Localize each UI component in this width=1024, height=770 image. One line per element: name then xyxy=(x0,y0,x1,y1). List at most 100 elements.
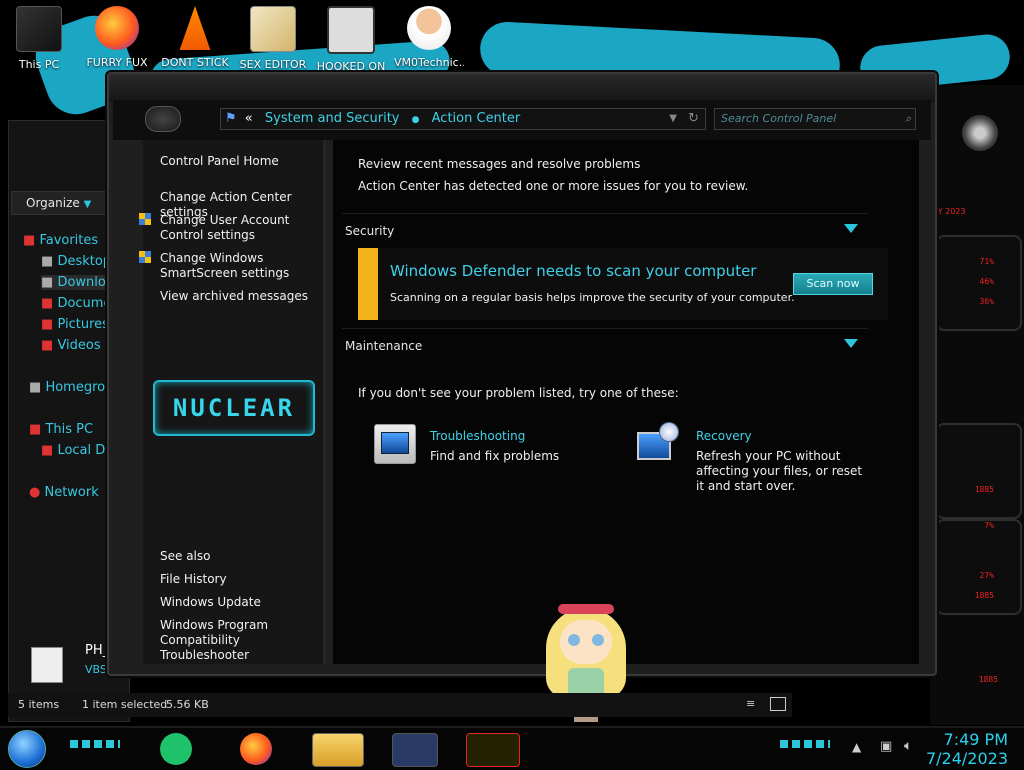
action-center-flag-icon[interactable]: ▲ xyxy=(852,740,861,754)
drive-icon: ■ xyxy=(41,443,54,458)
address-bar[interactable]: ⚑ « System and Security ● Action Center … xyxy=(220,108,706,130)
nav-label: Network xyxy=(44,485,99,500)
firefox-icon xyxy=(95,6,139,50)
file-icon xyxy=(31,647,63,683)
file-name: PH_ xyxy=(85,643,110,658)
taskbar-firefox[interactable] xyxy=(240,733,272,765)
gadget-cell: 1885 xyxy=(936,423,1022,519)
system-clock[interactable]: 7:49 PM 7/24/2023 xyxy=(926,730,1008,768)
chevron-down-icon[interactable] xyxy=(844,339,858,348)
taskbar-active-app[interactable] xyxy=(466,733,520,767)
status-size: 5.56 KB xyxy=(166,698,209,711)
maintenance-section-header[interactable]: Maintenance xyxy=(342,328,868,363)
desktop-icon-label: FURRY FUX xyxy=(86,56,148,69)
title-bar[interactable] xyxy=(109,74,935,102)
start-button[interactable] xyxy=(8,730,46,768)
breadcrumb-system-security[interactable]: System and Security xyxy=(265,111,400,126)
search-input[interactable]: Search Control Panel ⌕ xyxy=(714,108,916,130)
recovery-icon[interactable] xyxy=(635,422,679,464)
desktop-icon-label: This PC xyxy=(18,58,60,71)
nuclear-logo: NUCLEAR xyxy=(153,380,315,436)
recovery-desc: Refresh your PC without affecting your f… xyxy=(696,449,863,493)
scan-now-button[interactable]: Scan now xyxy=(793,273,873,295)
link-change-smartscreen-settings[interactable]: Change Windows SmartScreen settings xyxy=(160,251,325,281)
status-selected: 1 item selected xyxy=(82,698,168,711)
troubleshooting-link[interactable]: Troubleshooting xyxy=(430,429,525,443)
taskbar: ▲ ▣ 🔈︎ 7:49 PM 7/24/2023 xyxy=(0,726,1024,770)
gadget-value: 71% xyxy=(979,257,994,266)
vlc-cone-icon xyxy=(179,6,211,50)
organize-label: Organize xyxy=(26,196,80,210)
shield-icon xyxy=(139,213,151,225)
nav-label: This PC xyxy=(45,422,94,437)
nuclear-logo-text: NUCLEAR xyxy=(172,394,296,422)
link-change-uac-settings[interactable]: Change User Account Control settings xyxy=(160,213,325,243)
page-subintro: Action Center has detected one or more i… xyxy=(358,179,749,193)
link-windows-update[interactable]: Windows Update xyxy=(160,595,325,610)
see-also-heading: See also xyxy=(160,549,211,563)
fallback-prompt: If you don't see your problem listed, tr… xyxy=(358,386,679,400)
gadget-value: 27% xyxy=(979,571,994,580)
page-intro: Review recent messages and resolve probl… xyxy=(358,157,641,171)
nav-label: Favorites xyxy=(39,233,99,248)
security-label: Security xyxy=(345,224,395,238)
volume-tray-icon[interactable]: 🔈︎ xyxy=(904,738,912,754)
nav-label: Downloa xyxy=(57,275,114,290)
status-items: 5 items xyxy=(18,698,60,711)
nav-label: Desktop xyxy=(57,254,112,269)
desktop-icon-label: VM0Technic... xyxy=(394,56,464,69)
desktop-icon-vm0technic[interactable]: VM0Technic... xyxy=(394,6,464,69)
desktop-icon: ■ xyxy=(41,254,54,269)
desktop-icon-sex-editor[interactable]: SEX EDITOR xyxy=(238,6,308,71)
flag-icon: ⚑ xyxy=(225,111,237,126)
link-control-panel-home[interactable]: Control Panel Home xyxy=(160,154,325,169)
back-forward-icon[interactable] xyxy=(145,106,181,132)
left-task-pane: Control Panel Home Change Action Center … xyxy=(139,140,326,664)
gadget-value: 46% xyxy=(979,277,994,286)
breadcrumb-action-center[interactable]: Action Center xyxy=(432,111,521,126)
gadget-value: 7% xyxy=(984,521,994,530)
breadcrumb-back[interactable]: « xyxy=(245,111,253,126)
gadget-cell: 71% 46% 36% xyxy=(936,235,1022,331)
link-file-history[interactable]: File History xyxy=(160,572,325,587)
troubleshooting-desc: Find and fix problems xyxy=(430,449,560,463)
search-icon[interactable]: ⌕ xyxy=(905,109,911,129)
pictures-icon: ■ xyxy=(41,317,54,332)
gadget-value: 1885 xyxy=(974,591,994,600)
troubleshooting-icon[interactable] xyxy=(374,424,416,464)
details-view-icon[interactable]: ≡ xyxy=(746,697,755,710)
clock-time: 7:49 PM xyxy=(943,730,1008,749)
star-folder-icon: ■ xyxy=(23,233,36,248)
desktop-icon-label: SEX EDITOR xyxy=(239,58,307,71)
homegroup-icon: ■ xyxy=(29,380,42,395)
navigation-bar: ⚑ « System and Security ● Action Center … xyxy=(113,100,931,140)
desktop-icon-furry-fux[interactable]: FURRY FUX xyxy=(82,6,152,69)
network-tray-icon[interactable]: ▣ xyxy=(880,739,892,754)
chevron-down-icon[interactable]: ▼ xyxy=(669,109,677,129)
maintenance-label: Maintenance xyxy=(345,339,423,353)
refresh-icon[interactable]: ↻ xyxy=(688,109,699,129)
chevron-down-icon[interactable] xyxy=(844,224,858,233)
desktop-icon-hooked-on[interactable]: HOOKED ON xyxy=(316,6,386,73)
taskbar-notes-app[interactable] xyxy=(160,733,192,765)
security-section-header[interactable]: Security xyxy=(342,213,868,248)
link-compatibility-troubleshooter[interactable]: Windows Program Compatibility Troublesho… xyxy=(160,618,325,663)
explorer-status-bar: 5 items 1 item selected 5.56 KB ≡ xyxy=(8,693,792,717)
link-view-archived-messages[interactable]: View archived messages xyxy=(160,289,325,304)
desktop-icon-dont-stick[interactable]: DONT STICK xyxy=(160,6,230,69)
gadget-cell: 7% 27% 1885 xyxy=(936,519,1022,615)
recovery-link[interactable]: Recovery xyxy=(696,429,752,443)
chevron-down-icon: ▼ xyxy=(83,199,92,210)
large-icons-view-icon[interactable] xyxy=(770,697,786,711)
desktop-icon-label: DONT STICK xyxy=(161,56,229,69)
desktop-icon-this-pc[interactable]: This PC xyxy=(4,6,74,71)
action-center-content: Review recent messages and resolve probl… xyxy=(333,140,919,664)
taskbar-file-explorer[interactable] xyxy=(312,733,364,767)
gadget-date: JLY 2023 xyxy=(932,207,966,216)
videos-icon: ■ xyxy=(41,338,54,353)
shield-icon xyxy=(139,251,151,263)
alert-title: Windows Defender needs to scan your comp… xyxy=(390,262,757,280)
alienware-logo-icon xyxy=(962,115,998,151)
windows-defender-alert: Windows Defender needs to scan your comp… xyxy=(358,248,888,320)
taskbar-control-panel[interactable] xyxy=(392,733,438,767)
